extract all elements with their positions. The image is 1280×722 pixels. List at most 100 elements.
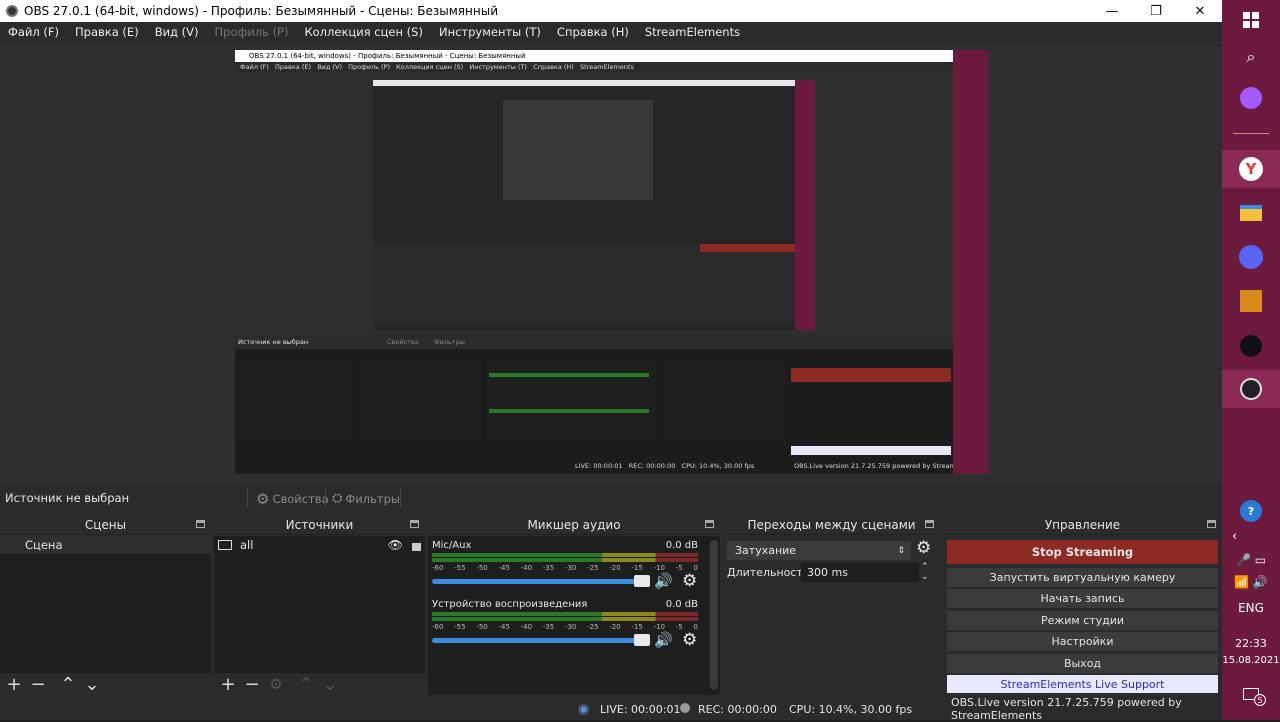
gear-icon[interactable]: ⚙	[682, 630, 697, 650]
duration-field[interactable]: 300 ms	[801, 563, 919, 582]
settings-button[interactable]: Настройки	[947, 632, 1218, 651]
search-icon[interactable]: ⌕	[1222, 45, 1280, 69]
close-button[interactable]: ✕	[1178, 0, 1222, 22]
undock-icon[interactable]	[925, 520, 934, 528]
chevron-left-icon[interactable]: ‹	[1222, 527, 1280, 545]
source-properties-icon[interactable]: ⚙	[264, 673, 288, 695]
undock-icon[interactable]	[410, 520, 419, 528]
help-icon[interactable]: ?	[1222, 498, 1280, 524]
streamelements-support-button[interactable]: StreamElements Live Support	[947, 675, 1218, 693]
menu-edit[interactable]: Правка (E)	[67, 25, 147, 39]
menu-tools[interactable]: Инструменты (T)	[431, 25, 549, 39]
sources-list: all 👁 + − ⚙ ⌃ ⌄	[214, 536, 425, 695]
yandex-browser-icon[interactable]: Y	[1222, 150, 1280, 188]
stop-streaming-button[interactable]: Stop Streaming	[947, 540, 1218, 564]
record-icon	[680, 703, 690, 713]
undock-icon[interactable]	[196, 520, 205, 528]
scene-item[interactable]: Сцена	[0, 536, 211, 554]
stepper-icon[interactable]: ⌃ ⌄	[921, 562, 929, 582]
eye-icon[interactable]: 👁	[388, 538, 403, 552]
audio-app-icon[interactable]	[1222, 332, 1280, 360]
move-up-button[interactable]: ⌃	[56, 673, 80, 695]
volume-slider[interactable]	[432, 634, 650, 646]
menu-profile[interactable]: Профиль (P)	[207, 25, 297, 39]
controls-dock: Управление Stop Streaming Запустить вирт…	[943, 515, 1222, 695]
volume-slider[interactable]	[432, 575, 650, 587]
maximize-button[interactable]: ❐	[1134, 0, 1178, 22]
scenes-header: Сцены	[0, 515, 211, 535]
live-time: LIVE: 00:00:01	[600, 702, 681, 716]
scenes-list: Сцена + − ⌃ ⌄	[0, 536, 211, 695]
sources-dock: Источники all 👁 + − ⚙ ⌃ ⌄	[214, 515, 425, 695]
lock-icon[interactable]	[412, 543, 421, 551]
gear-icon[interactable]: ⚙	[682, 571, 697, 591]
title-bar: OBS 27.0.1 (64-bit, windows) - Профиль: …	[0, 0, 1222, 22]
remove-scene-button[interactable]: −	[26, 673, 50, 695]
nested-scenes	[235, 355, 358, 445]
speaker-icon[interactable]: 🔊	[654, 572, 673, 590]
move-down-button[interactable]: ⌄	[318, 673, 342, 695]
divider	[247, 488, 248, 508]
windows-start-icon[interactable]	[1222, 8, 1280, 32]
filters-label: Фильтры	[345, 491, 400, 506]
slider-handle[interactable]	[634, 634, 650, 646]
nested2-stop	[700, 244, 795, 252]
controls-body: Stop Streaming Запустить виртуальную кам…	[943, 536, 1222, 695]
filter-icon: ⛭	[332, 491, 343, 506]
sources-toolbar: + − ⚙ ⌃ ⌄	[214, 673, 425, 695]
add-source-button[interactable]: +	[216, 673, 240, 695]
menu-view[interactable]: Вид (V)	[147, 25, 207, 39]
menu-bar: Файл (F) Правка (E) Вид (V) Профиль (P) …	[0, 22, 1222, 42]
studio-mode-button[interactable]: Режим студии	[947, 611, 1218, 630]
move-up-button[interactable]: ⌃	[294, 673, 318, 695]
mixer-channel-mic: Mic/Aux 0.0 dB -60 -55 -50 -45 -40 -35 -30 -25-…	[432, 540, 704, 596]
notifications-icon[interactable]: 5	[1222, 683, 1280, 706]
start-recording-button[interactable]: Начать запись	[947, 589, 1218, 608]
alice-icon[interactable]	[1222, 85, 1280, 111]
add-scene-button[interactable]: +	[2, 673, 26, 695]
remove-source-button[interactable]: −	[240, 673, 264, 695]
divider	[325, 488, 326, 508]
source-label: all	[240, 538, 254, 552]
speaker-icon[interactable]: 🔊	[654, 631, 673, 649]
properties-button[interactable]: ⚙ Свойства	[256, 489, 329, 508]
language-indicator[interactable]: ENG	[1222, 599, 1280, 617]
clock-date[interactable]: 15.08.2021	[1222, 652, 1280, 668]
menu-streamelements[interactable]: StreamElements	[637, 25, 748, 39]
mic-battery-icon: 🎤 ▭	[1235, 553, 1267, 567]
wifi-volume-icon[interactable]: 📶 🔊	[1222, 573, 1280, 591]
minimize-button[interactable]: —	[1090, 0, 1134, 22]
menu-help[interactable]: Справка (H)	[549, 25, 637, 39]
divider	[400, 488, 401, 508]
obs-taskbar-icon[interactable]	[1222, 370, 1280, 408]
discord-icon[interactable]	[1222, 243, 1280, 271]
sources-title: Источники	[285, 517, 354, 532]
nested3-capture	[503, 100, 653, 200]
gear-icon[interactable]: ⚙	[916, 538, 931, 558]
csgo-icon[interactable]	[1222, 287, 1280, 315]
mixer-scrollbar[interactable]	[710, 540, 718, 690]
undock-icon[interactable]	[705, 520, 714, 528]
source-item[interactable]: all 👁	[214, 536, 425, 554]
menu-file[interactable]: Файл (F)	[0, 25, 67, 39]
menu-scene-collection[interactable]: Коллекция сцен (S)	[296, 25, 430, 39]
exit-button[interactable]: Выход	[947, 654, 1218, 673]
clock-time[interactable]: 22:33	[1222, 635, 1280, 651]
filters-button[interactable]: ⛭ Фильтры	[332, 489, 400, 508]
nested-filters: Фильтры	[434, 338, 465, 346]
obs-window: OBS 27.0.1 (64-bit, windows) - Профиль: …	[0, 0, 1222, 722]
transition-select[interactable]: Затухание ⇕	[727, 541, 911, 560]
nested-status: LIVE: 00:00:01 REC: 00:00:00 CPU: 10.4%,…	[575, 462, 755, 470]
mixer-dock: Микшер аудио Mic/Aux 0.0 dB -60 -55 -50 -45…	[428, 515, 720, 695]
virtual-camera-button[interactable]: Запустить виртуальную камеру	[947, 568, 1218, 587]
slider-handle[interactable]	[634, 575, 650, 587]
move-down-button[interactable]: ⌄	[80, 673, 104, 695]
folder-icon[interactable]	[1222, 198, 1280, 228]
volume-meter	[432, 612, 698, 616]
transitions-header: Переходы между сценами	[723, 515, 940, 535]
duration-value: 300 ms	[807, 566, 848, 579]
sources-header: Источники	[214, 515, 425, 535]
nested-sources	[361, 355, 483, 445]
undock-icon[interactable]	[1207, 520, 1216, 528]
notification-count: 5	[1254, 694, 1266, 706]
